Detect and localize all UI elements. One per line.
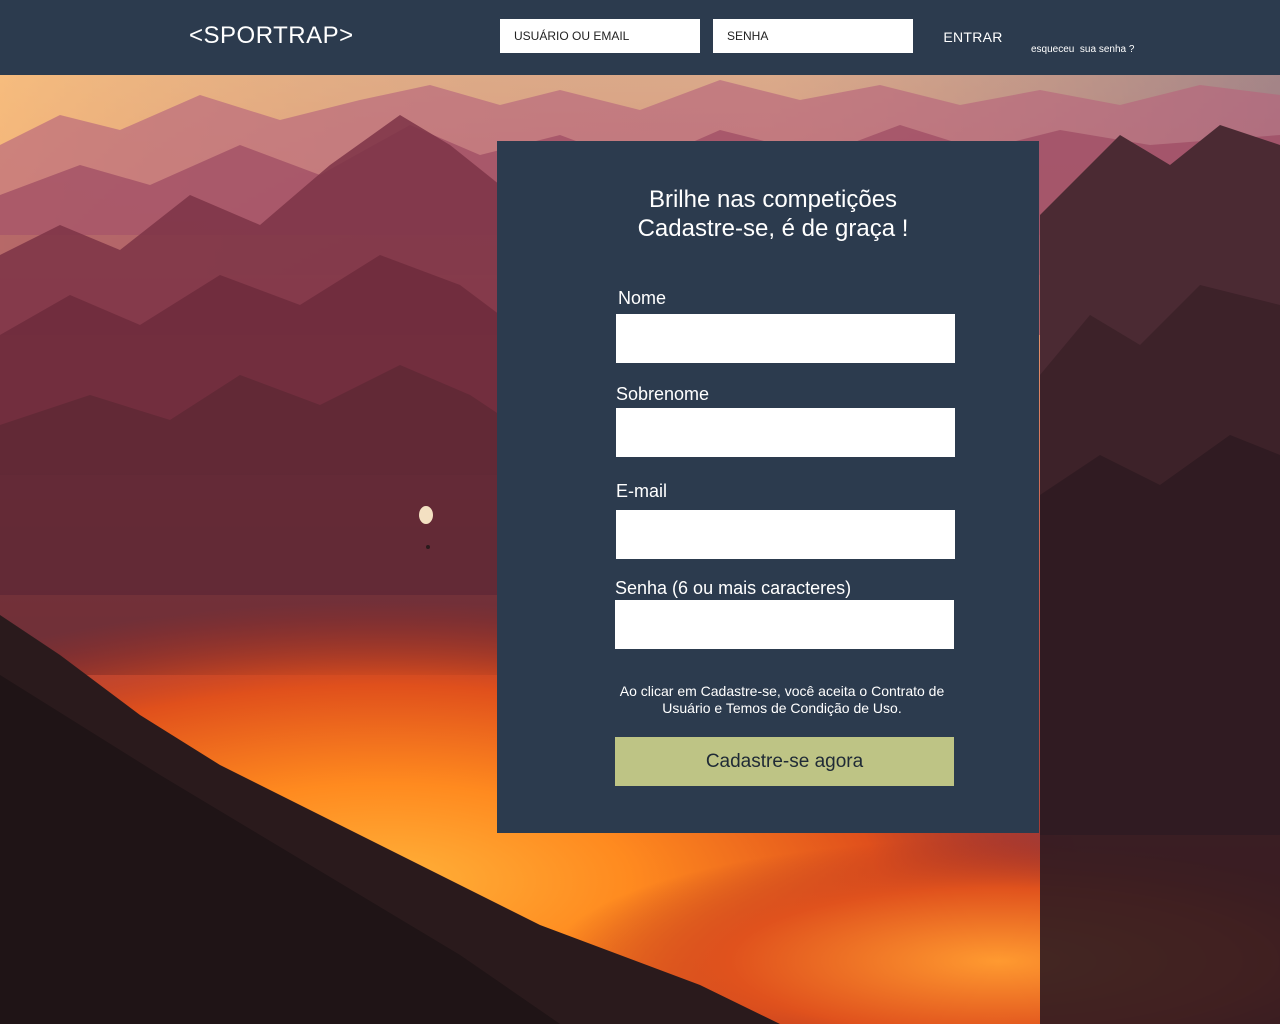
site-logo[interactable]: <SPORTRAP> bbox=[189, 22, 354, 50]
signup-title: Brilhe nas competições Cadastre-se, é de… bbox=[497, 185, 1049, 243]
last-name-input[interactable] bbox=[616, 408, 955, 457]
username-or-email-input[interactable] bbox=[500, 19, 700, 53]
last-name-label: Sobrenome bbox=[616, 384, 710, 404]
login-button[interactable]: ENTRAR bbox=[935, 22, 1011, 52]
signup-card: Brilhe nas competições Cadastre-se, é de… bbox=[497, 141, 1039, 833]
email-label: E-mail bbox=[616, 481, 668, 501]
signup-submit-button[interactable]: Cadastre-se agora bbox=[615, 737, 954, 786]
first-name-label: Nome bbox=[618, 288, 667, 308]
signup-password-input[interactable] bbox=[615, 600, 954, 649]
forgot-password-link[interactable]: esqueceu sua senha ? bbox=[1031, 44, 1134, 55]
top-navbar: <SPORTRAP> ENTRAR esqueceu sua senha ? bbox=[0, 0, 1280, 75]
terms-line2: Usuário e Temos de Condição de Uso. bbox=[662, 700, 902, 716]
signup-title-line1: Brilhe nas competições bbox=[648, 186, 898, 213]
terms-notice: Ao clicar em Cadastre-se, você aceita o … bbox=[607, 683, 957, 717]
password-input[interactable] bbox=[713, 19, 913, 53]
email-input[interactable] bbox=[616, 510, 955, 559]
first-name-input[interactable] bbox=[616, 314, 955, 363]
terms-line1: Ao clicar em Cadastre-se, você aceita o … bbox=[619, 683, 945, 699]
password-label: Senha (6 ou mais caracteres) bbox=[615, 578, 852, 598]
signup-title-line2: Cadastre-se, é de graça ! bbox=[637, 215, 909, 242]
